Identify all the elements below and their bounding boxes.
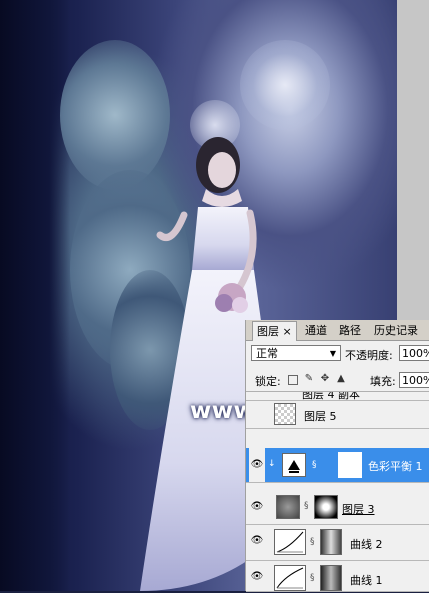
lock-all-icon[interactable]: ▲ <box>336 374 346 384</box>
eye-icon[interactable]: 👁 <box>249 501 265 515</box>
layer-name: 图层 4 副本 <box>302 392 360 401</box>
lock-move-icon[interactable]: ✥ <box>320 374 330 384</box>
tab-layers[interactable]: 图层 × <box>252 321 297 341</box>
clip-arrow-icon: ↓ <box>268 459 276 469</box>
blend-mode-value: 正常 <box>256 347 278 360</box>
adjustment-thumbnail <box>282 453 306 477</box>
layer-thumbnail <box>274 403 296 425</box>
tab-history[interactable]: 历史记录 <box>370 321 422 340</box>
canvas-gray-area <box>397 0 429 320</box>
lock-row: 锁定: ✎ ✥ ▲ 填充: 100% <box>246 369 429 392</box>
layer-row-selected[interactable]: 👁 ↓ § 色彩平衡 1 <box>246 448 429 483</box>
panel-tab-bar: 图层 × 通道 路径 历史记录 <box>246 320 429 341</box>
link-icon[interactable]: § <box>310 537 315 547</box>
layer-row[interactable]: 👁 § 图层 3 <box>246 491 429 525</box>
layer-name: 曲线 2 <box>350 538 383 551</box>
mask-thumbnail <box>314 495 338 519</box>
bokeh-light <box>240 40 330 130</box>
mask-thumbnail <box>338 452 362 478</box>
blend-row: 正常 ▼ 不透明度: 100% <box>246 342 429 366</box>
mask-thumbnail <box>320 565 342 591</box>
curves-thumbnail <box>274 529 306 555</box>
layer-name: 曲线 1 <box>350 574 383 587</box>
lock-label: 锁定: <box>255 375 281 388</box>
layers-panel: 图层 × 通道 路径 历史记录 正常 ▼ 不透明度: 100% 锁定: ✎ ✥ … <box>245 320 429 592</box>
eye-icon[interactable]: 👁 <box>249 571 265 585</box>
link-icon[interactable]: § <box>310 573 315 583</box>
lock-brush-icon[interactable]: ✎ <box>304 374 314 384</box>
layer-row[interactable]: 图层 5 <box>246 401 429 429</box>
tab-channels[interactable]: 通道 <box>301 321 331 340</box>
layer-name: 色彩平衡 1 <box>368 460 423 473</box>
tab-paths[interactable]: 路径 <box>335 321 365 340</box>
tree-trunk <box>0 0 70 591</box>
layer-name: 图层 5 <box>304 410 337 423</box>
link-icon[interactable]: § <box>312 460 317 470</box>
layer-name: 图层 3 <box>342 503 375 516</box>
eye-icon[interactable]: 👁 <box>249 535 265 549</box>
opacity-input[interactable]: 100% <box>399 345 429 361</box>
layer-row[interactable]: 👁 § 曲线 2 <box>246 525 429 561</box>
lock-transparent-icon[interactable] <box>288 375 298 385</box>
blend-mode-select[interactable]: 正常 ▼ <box>251 345 341 361</box>
curves-thumbnail <box>274 565 306 591</box>
mask-thumbnail <box>320 529 342 555</box>
eye-icon[interactable]: 👁 <box>249 448 265 482</box>
layer-row[interactable]: 👁 § 曲线 1 <box>246 561 429 592</box>
tab-label: 图层 <box>257 325 279 338</box>
layer-thumbnail <box>276 495 300 519</box>
layer-row[interactable]: 图层 4 副本 <box>246 392 429 401</box>
link-icon[interactable]: § <box>304 501 309 511</box>
close-icon[interactable]: × <box>283 325 292 338</box>
opacity-label: 不透明度: <box>345 349 393 362</box>
fill-input[interactable]: 100% <box>399 372 429 388</box>
chevron-down-icon: ▼ <box>329 349 336 358</box>
fill-label: 填充: <box>370 375 396 388</box>
